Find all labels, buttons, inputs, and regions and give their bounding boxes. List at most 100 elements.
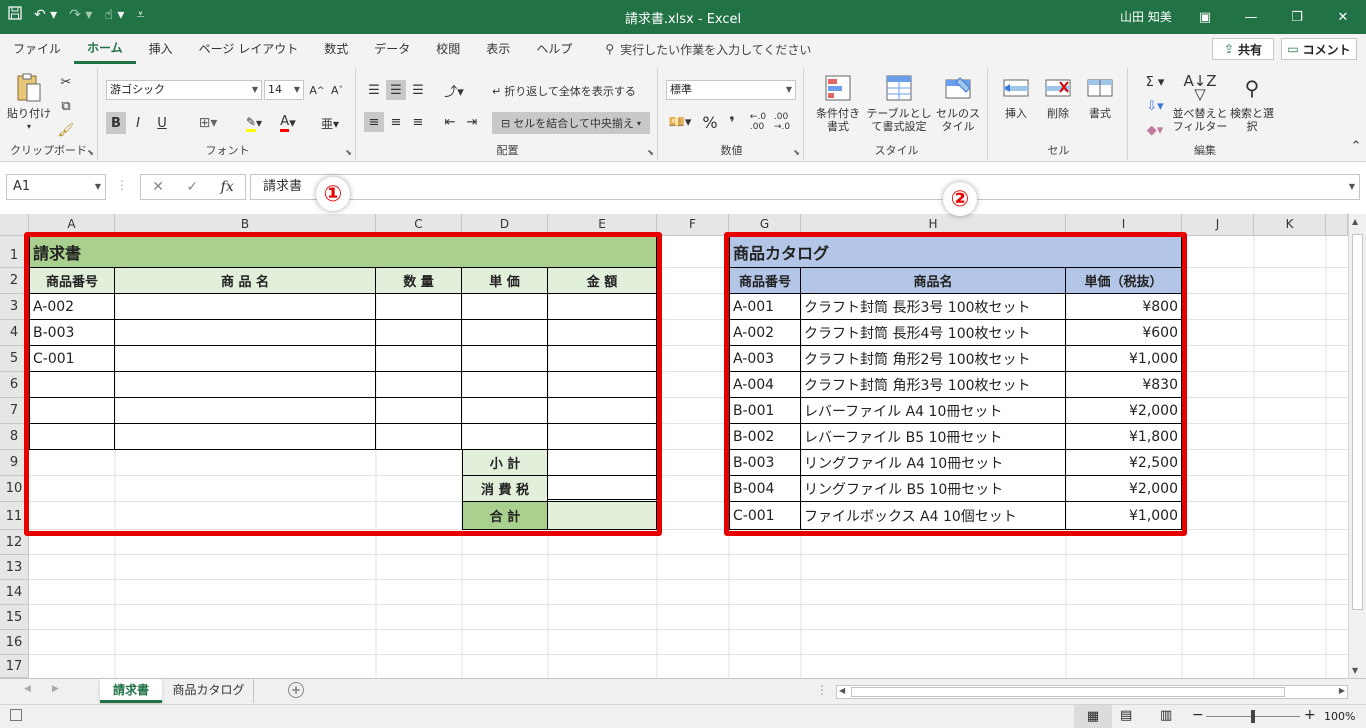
catalog-name-cell[interactable]: レバーファイル A4 10冊セット (801, 398, 1066, 424)
page-break-view-icon[interactable]: ▥ (1160, 708, 1172, 723)
tab-insert[interactable]: 挿入 (136, 34, 186, 64)
invoice-name-cell[interactable] (115, 346, 376, 372)
invoice-code-cell[interactable] (29, 398, 115, 424)
invoice-amount-cell[interactable] (548, 346, 657, 372)
row-header[interactable]: 14 (0, 580, 29, 605)
format-cells-button[interactable]: 書式 (1080, 72, 1120, 120)
prev-sheet-icon[interactable]: ◀ (24, 684, 31, 694)
subtotal-value[interactable] (548, 450, 657, 476)
column-header[interactable]: K (1254, 214, 1326, 236)
column-header[interactable]: B (115, 214, 376, 236)
catalog-price-cell[interactable]: ¥2,000 (1066, 476, 1182, 502)
invoice-qty-cell[interactable] (376, 424, 462, 450)
insert-function-button[interactable]: fx (221, 179, 234, 195)
tab-formulas[interactable]: 数式 (311, 34, 361, 64)
orientation-icon[interactable]: ⤴▾ (440, 80, 468, 100)
borders-icon[interactable]: ⊞▾ (192, 112, 224, 134)
horizontal-scroll-thumb[interactable] (851, 687, 1285, 697)
column-header[interactable]: E (548, 214, 657, 236)
comment-button[interactable]: ▭ コメント (1281, 38, 1357, 60)
invoice-header-code[interactable]: 商品番号 (29, 268, 115, 294)
catalog-code-cell[interactable]: A-002 (729, 320, 801, 346)
align-center-icon[interactable]: ≡ (386, 112, 406, 132)
row-header[interactable]: 12 (0, 530, 29, 555)
tab-page-layout[interactable]: ページ レイアウト (186, 34, 312, 64)
dialog-launcher-icon[interactable]: ⬊ (345, 148, 352, 157)
scroll-down-icon[interactable]: ▼ (1352, 666, 1358, 675)
collapse-ribbon-icon[interactable]: ⌃ (1346, 136, 1366, 156)
tab-review[interactable]: 校閲 (423, 34, 473, 64)
zoom-out-icon[interactable]: − (1192, 707, 1204, 723)
copy-icon[interactable]: ⧉ (56, 96, 76, 116)
macro-record-icon[interactable] (10, 709, 22, 721)
percent-icon[interactable]: % (700, 112, 720, 132)
formula-input[interactable]: 請求書 ▼ (250, 174, 1360, 200)
page-layout-view-icon[interactable]: ▤ (1120, 708, 1132, 723)
catalog-code-cell[interactable]: B-004 (729, 476, 801, 502)
comma-style-icon[interactable]: ❜ (722, 112, 742, 132)
catalog-price-cell[interactable]: ¥2,500 (1066, 450, 1182, 476)
invoice-amount-cell[interactable] (548, 398, 657, 424)
invoice-price-cell[interactable] (462, 346, 548, 372)
add-sheet-icon[interactable]: + (288, 682, 304, 698)
close-icon[interactable]: ✕ (1320, 0, 1366, 34)
column-header[interactable] (1326, 214, 1348, 236)
column-header[interactable]: D (462, 214, 548, 236)
invoice-header-price[interactable]: 単 価 (462, 268, 548, 294)
tab-splitter-icon[interactable]: ⋮ (816, 683, 828, 697)
undo-icon[interactable]: ↶ ▾ (34, 7, 57, 23)
invoice-header-amount[interactable]: 金 額 (548, 268, 657, 294)
invoice-name-cell[interactable] (115, 320, 376, 346)
invoice-qty-cell[interactable] (376, 372, 462, 398)
font-name-select[interactable]: 游ゴシック ▼ (106, 80, 262, 100)
minimize-icon[interactable]: — (1228, 0, 1274, 34)
invoice-price-cell[interactable] (462, 320, 548, 346)
sheet-tab-invoice[interactable]: 請求書 (100, 679, 162, 703)
zoom-in-icon[interactable]: + (1304, 707, 1316, 723)
format-as-table-button[interactable]: テーブルとして書式設定 (866, 72, 932, 133)
vertical-scroll-thumb[interactable] (1352, 234, 1363, 610)
sheet-tab-catalog[interactable]: 商品カタログ (164, 679, 254, 703)
cell-styles-button[interactable]: セルのスタイル (932, 72, 984, 133)
cut-icon[interactable]: ✂ (56, 72, 76, 92)
subtotal-label[interactable]: 小 計 (462, 450, 548, 476)
grow-font-icon[interactable]: A ^ (308, 80, 326, 100)
clear-icon[interactable]: ◆▾ (1140, 120, 1170, 140)
catalog-name-cell[interactable]: リングファイル B5 10冊セット (801, 476, 1066, 502)
tab-home[interactable]: ホーム (74, 34, 136, 64)
row-header[interactable]: 4 (0, 320, 29, 346)
cancel-icon[interactable]: ✕ (152, 179, 164, 195)
name-box[interactable]: A1 ▼ (6, 174, 106, 200)
conditional-format-button[interactable]: 条件付き書式 (810, 72, 866, 133)
tab-data[interactable]: データ (361, 34, 423, 64)
zoom-slider-handle[interactable] (1251, 710, 1255, 723)
italic-button[interactable]: I (128, 112, 148, 134)
number-format-select[interactable]: 標準 ▼ (666, 80, 796, 100)
enter-icon[interactable]: ✓ (186, 179, 198, 195)
column-header[interactable]: C (376, 214, 462, 236)
share-button[interactable]: ⇪ 共有 (1212, 38, 1274, 60)
invoice-header-name[interactable]: 商 品 名 (115, 268, 376, 294)
sort-filter-button[interactable]: A↓Z ▽ 並べ替えとフィルター (1172, 72, 1228, 134)
underline-button[interactable]: U (150, 112, 174, 134)
column-header[interactable]: G (729, 214, 801, 236)
scroll-left-icon[interactable]: ◀ (839, 686, 845, 695)
restore-icon[interactable]: ❐ (1274, 0, 1320, 34)
catalog-price-cell[interactable]: ¥800 (1066, 294, 1182, 320)
fill-icon[interactable]: ⇩▾ (1140, 96, 1170, 116)
catalog-code-cell[interactable]: B-003 (729, 450, 801, 476)
invoice-amount-cell[interactable] (548, 294, 657, 320)
row-header[interactable]: 9 (0, 450, 29, 476)
wrap-text-button[interactable]: ↵ 折り返して全体を表示する (492, 80, 636, 102)
catalog-name-cell[interactable]: クラフト封筒 角形2号 100枚セット (801, 346, 1066, 372)
row-header[interactable]: 15 (0, 605, 29, 630)
column-header[interactable]: F (657, 214, 729, 236)
scroll-up-icon[interactable]: ▲ (1352, 217, 1358, 226)
tab-view[interactable]: 表示 (473, 34, 523, 64)
catalog-name-cell[interactable]: リングファイル A4 10冊セット (801, 450, 1066, 476)
row-header[interactable]: 13 (0, 555, 29, 580)
tab-file[interactable]: ファイル (0, 34, 74, 64)
font-size-select[interactable]: 14 ▼ (264, 80, 304, 100)
invoice-code-cell[interactable]: C-001 (29, 346, 115, 372)
row-header[interactable]: 6 (0, 372, 29, 398)
